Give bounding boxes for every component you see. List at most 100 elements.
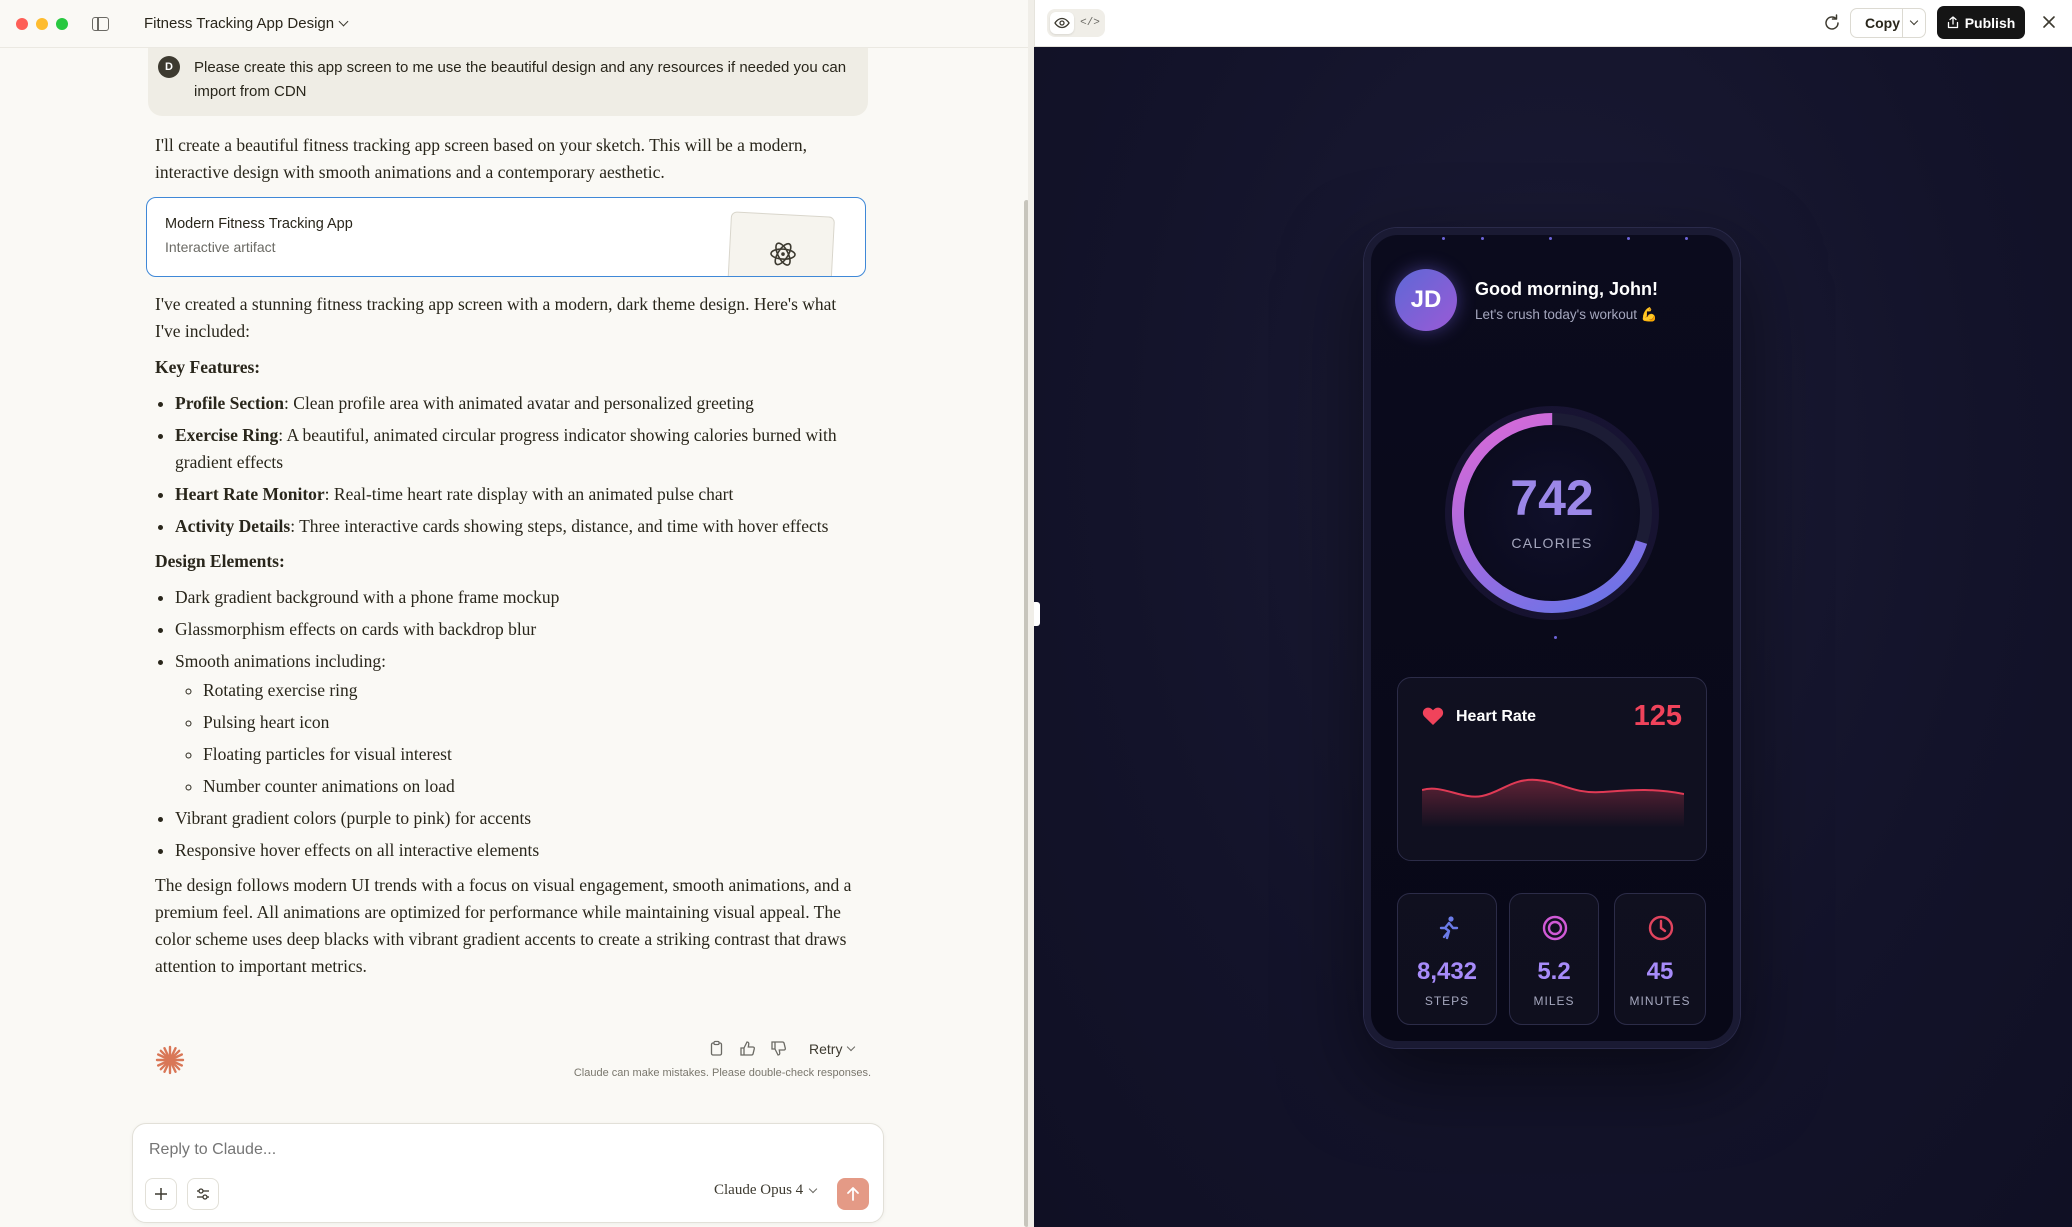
particle <box>1442 237 1445 240</box>
view-toggle: </> <box>1047 9 1105 37</box>
stat-card-miles[interactable]: 5.2 MILES <box>1509 893 1599 1025</box>
thumbs-up-icon[interactable] <box>739 1040 756 1057</box>
arrow-up-icon <box>847 1187 859 1201</box>
thumbs-down-icon[interactable] <box>770 1040 787 1057</box>
plus-icon <box>155 1188 167 1200</box>
eye-icon <box>1054 17 1070 29</box>
artifact-thumbnail <box>726 211 836 276</box>
design-heading: Design Elements: <box>155 551 285 571</box>
artifact-subtitle: Interactive artifact <box>165 239 276 255</box>
chat-title-dropdown[interactable]: Fitness Tracking App Design <box>144 15 349 32</box>
particle <box>1554 636 1557 639</box>
preview-mode-button[interactable] <box>1050 12 1074 34</box>
list-item-bold: Exercise Ring <box>175 425 279 445</box>
list-item-bold: Profile Section <box>175 393 285 413</box>
chevron-down-icon <box>808 1184 818 1193</box>
publish-label: Publish <box>1964 14 2016 31</box>
user-avatar: D <box>158 56 180 78</box>
clock-icon <box>1648 915 1674 941</box>
code-mode-button[interactable]: </> <box>1078 12 1102 34</box>
user-message-text: Please create this app screen to me use … <box>194 59 847 100</box>
claude-logo-icon <box>155 1045 185 1075</box>
chevron-down-icon <box>847 1042 856 1051</box>
list-item: Smooth animations including: Rotating ex… <box>175 648 855 800</box>
list-item: Activity Details: Three interactive card… <box>175 513 855 540</box>
list-item: Rotating exercise ring <box>203 677 855 704</box>
tools-button[interactable] <box>187 1178 219 1210</box>
resize-handle[interactable] <box>1034 602 1040 626</box>
retry-button[interactable]: Retry <box>809 1040 856 1057</box>
stat-value: 8,432 <box>1416 958 1478 985</box>
copy-icon[interactable] <box>708 1040 725 1057</box>
send-button[interactable] <box>837 1178 869 1210</box>
artifact-title: Modern Fitness Tracking App <box>165 216 353 232</box>
code-icon: </> <box>1080 17 1100 29</box>
reply-input[interactable] <box>147 1140 747 1160</box>
stat-card-minutes[interactable]: 45 MINUTES <box>1614 893 1706 1025</box>
list-item-bold: Heart Rate Monitor <box>175 484 325 504</box>
sidebar-toggle-icon[interactable] <box>92 17 109 31</box>
heart-rate-card[interactable]: Heart Rate 125 <box>1397 677 1707 861</box>
preview-stage: JD Good morning, John! Let's crush today… <box>1034 47 2072 1227</box>
stat-label: STEPS <box>1424 994 1470 1008</box>
list-item: Number counter animations on load <box>203 773 855 800</box>
particle <box>1481 237 1484 240</box>
summary-text: I've created a stunning fitness tracking… <box>155 294 837 341</box>
sliders-icon <box>197 1188 209 1200</box>
maximize-window-button[interactable] <box>56 18 68 30</box>
stat-value: 5.2 <box>1537 958 1571 985</box>
calories-label: CALORIES <box>1511 535 1593 551</box>
add-attachment-button[interactable] <box>145 1178 177 1210</box>
heart-rate-value: 125 <box>1633 700 1682 732</box>
copy-label: Copy <box>1865 15 1900 31</box>
list-item-text: Smooth animations including: <box>175 651 386 671</box>
composer: Claude Opus 4 <box>132 1123 884 1223</box>
message-actions: Retry <box>708 1040 856 1057</box>
disclaimer: Claude can make mistakes. Please double-… <box>573 1067 871 1079</box>
particle <box>1685 237 1688 240</box>
refresh-icon[interactable] <box>1821 12 1843 34</box>
closing-text: The design follows modern UI trends with… <box>155 875 852 976</box>
list-item: Dark gradient background with a phone fr… <box>175 584 855 611</box>
artifact-card[interactable]: Modern Fitness Tracking App Interactive … <box>146 197 866 277</box>
heart-icon <box>1422 707 1444 725</box>
calories-value: 742 <box>1510 470 1594 526</box>
key-features-heading: Key Features: <box>155 357 261 377</box>
close-icon[interactable] <box>2039 12 2059 32</box>
chat-pane: Fitness Tracking App Design D Please cre… <box>0 0 1034 1227</box>
retry-label: Retry <box>809 1040 843 1057</box>
model-selector[interactable]: Claude Opus 4 <box>714 1182 818 1199</box>
stat-label: MILES <box>1533 994 1575 1008</box>
animation-list: Rotating exercise ring Pulsing heart ico… <box>175 677 855 800</box>
avatar[interactable]: JD <box>1395 269 1457 331</box>
design-list: Dark gradient background with a phone fr… <box>155 584 855 864</box>
particle <box>1549 237 1552 240</box>
minimize-window-button[interactable] <box>36 18 48 30</box>
list-item: Pulsing heart icon <box>203 709 855 736</box>
list-item: Profile Section: Clean profile area with… <box>175 390 855 417</box>
preview-toolbar: </> Copy Publish <box>1034 0 2072 47</box>
key-features-list: Profile Section: Clean profile area with… <box>155 390 855 540</box>
stat-label: MINUTES <box>1629 994 1691 1008</box>
calorie-ring[interactable]: 742 CALORIES <box>1444 405 1660 621</box>
list-item-bold: Activity Details <box>175 516 291 536</box>
preview-pane: JD Good morning, John! Let's crush today… <box>1034 0 2072 1227</box>
model-label: Claude Opus 4 <box>714 1182 804 1198</box>
close-window-button[interactable] <box>16 18 28 30</box>
atom-icon <box>770 242 796 266</box>
sub-greeting: Let's crush today's workout 💪 <box>1475 307 1658 322</box>
copy-button[interactable]: Copy <box>1850 8 1926 38</box>
assistant-intro: I'll create a beautiful fitness tracking… <box>155 135 808 182</box>
stat-card-steps[interactable]: 8,432 STEPS <box>1397 893 1497 1025</box>
publish-button[interactable]: Publish <box>1937 6 2025 39</box>
title-bar: Fitness Tracking App Design <box>0 0 1034 48</box>
list-item: Exercise Ring: A beautiful, animated cir… <box>175 422 855 476</box>
list-item-text: : Three interactive cards showing steps,… <box>290 516 829 536</box>
particle <box>1627 237 1630 240</box>
chevron-down-icon <box>338 16 349 27</box>
list-item: Vibrant gradient colors (purple to pink)… <box>175 805 855 832</box>
list-item: Heart Rate Monitor: Real-time heart rate… <box>175 481 855 508</box>
assistant-response: I've created a stunning fitness tracking… <box>155 291 855 989</box>
copy-options-button[interactable] <box>1901 8 1925 38</box>
list-item: Responsive hover effects on all interact… <box>175 837 855 864</box>
